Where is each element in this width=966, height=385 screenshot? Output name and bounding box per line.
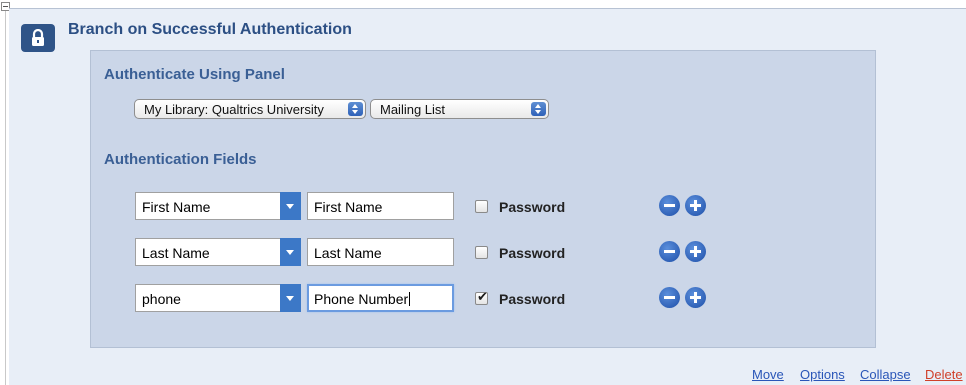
delete-link[interactable]: Delete xyxy=(925,367,963,382)
plus-circle-icon[interactable] xyxy=(685,241,706,262)
password-checkbox[interactable] xyxy=(475,290,488,305)
dropdown-arrow-icon[interactable] xyxy=(280,284,301,312)
auth-field-row: Last Name Last Name Password xyxy=(0,238,966,266)
password-label: Password xyxy=(499,245,566,261)
move-link[interactable]: Move xyxy=(752,367,784,382)
field-type-select[interactable]: Last Name xyxy=(135,238,301,266)
dropdown-arrow-icon[interactable] xyxy=(280,238,301,266)
authenticate-using-panel-heading: Authenticate Using Panel xyxy=(104,66,285,83)
field-type-value: First Name xyxy=(142,199,211,215)
field-type-select[interactable]: First Name xyxy=(135,192,301,220)
authentication-fields-heading: Authentication Fields xyxy=(104,151,257,168)
field-label-value: Phone Number xyxy=(314,291,409,307)
password-checkbox[interactable] xyxy=(475,246,488,259)
auth-field-row: First Name First Name Password xyxy=(0,192,966,220)
library-select[interactable]: My Library: Qualtrics University xyxy=(134,99,366,119)
minus-circle-icon[interactable] xyxy=(659,287,680,308)
field-label-input[interactable]: Last Name xyxy=(307,238,454,266)
auth-field-row: phone Phone Number Password xyxy=(0,284,966,312)
field-label-input[interactable]: First Name xyxy=(307,192,454,220)
password-label: Password xyxy=(499,199,566,215)
plus-circle-icon[interactable] xyxy=(685,287,706,308)
options-link[interactable]: Options xyxy=(800,367,845,382)
dropdown-arrow-icon[interactable] xyxy=(280,192,301,220)
minus-circle-icon[interactable] xyxy=(659,241,680,262)
field-type-select[interactable]: phone xyxy=(135,284,301,312)
collapse-link[interactable]: Collapse xyxy=(860,367,911,382)
password-label: Password xyxy=(499,291,566,307)
lock-icon xyxy=(21,24,55,52)
select-arrows-icon xyxy=(531,102,546,116)
field-type-value: phone xyxy=(142,291,181,307)
text-caret xyxy=(409,292,411,306)
plus-circle-icon[interactable] xyxy=(685,195,706,216)
select-arrows-icon xyxy=(348,102,363,116)
library-select-value: My Library: Qualtrics University xyxy=(144,102,324,117)
minus-circle-icon[interactable] xyxy=(659,195,680,216)
field-type-value: Last Name xyxy=(142,245,210,261)
field-label-input[interactable]: Phone Number xyxy=(307,284,454,312)
block-title: Branch on Successful Authentication xyxy=(68,21,352,38)
password-checkbox[interactable] xyxy=(475,200,488,213)
panel-select[interactable]: Mailing List xyxy=(370,99,549,119)
panel-select-value: Mailing List xyxy=(380,102,446,117)
